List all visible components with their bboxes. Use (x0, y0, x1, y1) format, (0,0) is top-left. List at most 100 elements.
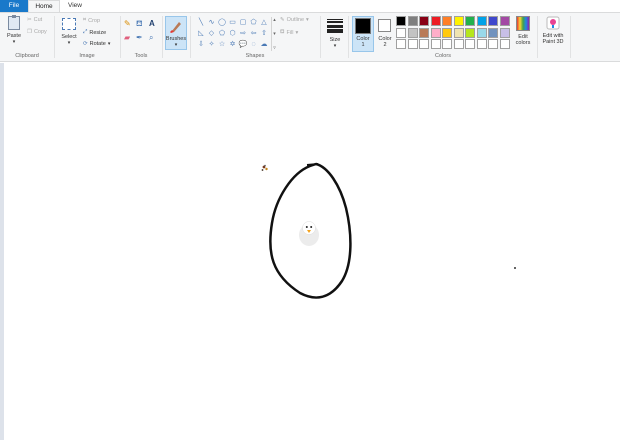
edit-colors-label: Edit colors (515, 34, 531, 46)
cut-button[interactable]: ✂ Cut (27, 17, 42, 23)
fill-dropdown-icon: ▾ (295, 29, 299, 36)
polygon-shape-icon[interactable]: ⬠ (249, 17, 259, 28)
palette-swatch[interactable] (442, 27, 452, 38)
diamond-shape-icon[interactable]: ◇ (207, 28, 217, 39)
fill-tool[interactable]: ⛾ (136, 19, 143, 29)
paste-icon (8, 15, 20, 30)
palette-swatch[interactable] (442, 39, 452, 49)
size-dropdown-icon[interactable]: ▾ (334, 43, 337, 49)
drawing-canvas[interactable] (0, 63, 620, 440)
chick-sticker (299, 221, 319, 246)
up-arrow-shape-icon[interactable]: ⇧ (259, 28, 269, 39)
select-icon (62, 18, 76, 30)
group-divider (190, 16, 191, 58)
group-divider (348, 16, 349, 58)
shapes-scroll[interactable]: ▴ ▾ ▿ (271, 17, 277, 51)
fill-button[interactable]: ⛾ Fill ▾ (280, 29, 298, 36)
brushes-button[interactable]: Brushes ▾ (165, 16, 187, 50)
rotate-icon: ⟳ (83, 41, 88, 47)
palette-swatch[interactable] (419, 16, 429, 26)
palette-swatch[interactable] (476, 16, 487, 26)
callout-shape-icon[interactable]: 💬 (238, 39, 248, 50)
rectangle-shape-icon[interactable]: ▭ (228, 17, 238, 28)
shape-fill-icon: ⛾ (280, 29, 285, 35)
palette-swatch[interactable] (465, 16, 475, 26)
palette-swatch[interactable] (499, 16, 510, 26)
ribbon-tabbar: File Home View (0, 0, 620, 12)
size-button[interactable]: Size ▾ (325, 16, 345, 49)
palette-swatch[interactable] (430, 27, 441, 38)
left-arrow-shape-icon[interactable]: ⇦ (249, 28, 259, 39)
pencil-tool[interactable]: ✎ (124, 19, 131, 28)
edit-with-paint3d-button[interactable]: Edit with Paint 3D (538, 16, 568, 45)
cloud-callout-shape-icon[interactable]: ☁ (259, 39, 269, 50)
scroll-down-icon[interactable]: ▾ (273, 31, 276, 37)
four-point-star-shape-icon[interactable]: ✧ (207, 39, 217, 50)
palette-swatch[interactable] (453, 39, 464, 49)
palette-swatch[interactable] (453, 27, 464, 38)
line-shape-icon[interactable]: ╲ (196, 17, 206, 28)
palette-swatch[interactable] (396, 16, 406, 26)
colors-group-label: Colors (435, 53, 451, 59)
outline-button[interactable]: ✎ Outline ▾ (280, 17, 309, 23)
rounded-rectangle-shape-icon[interactable]: ▢ (238, 17, 248, 28)
six-point-star-shape-icon[interactable]: ✡ (228, 39, 238, 50)
resize-button[interactable]: ⤢ Resize (83, 29, 106, 36)
paste-button[interactable]: Paste ▾ (3, 15, 25, 45)
select-dropdown-icon[interactable]: ▾ (68, 40, 71, 46)
hexagon-shape-icon[interactable]: ⬡ (228, 28, 238, 39)
rotate-button[interactable]: ⟳ Rotate ▾ (83, 41, 110, 47)
edit-colors-button[interactable]: Edit colors (512, 16, 534, 46)
oval-callout-shape-icon[interactable]: ◌ (249, 39, 259, 50)
palette-swatch[interactable] (407, 27, 418, 38)
palette-swatch[interactable] (465, 39, 475, 49)
eraser-icon: ▰ (124, 33, 131, 42)
oval-shape-icon[interactable]: ◯ (217, 17, 227, 28)
color-picker-tool[interactable]: ✒ (136, 33, 143, 42)
palette-swatch[interactable] (488, 16, 498, 26)
palette-swatch[interactable] (499, 27, 510, 38)
palette-swatch[interactable] (430, 16, 441, 26)
palette-swatch[interactable] (442, 16, 452, 26)
outline-label: Outline (286, 17, 305, 23)
palette-swatch[interactable] (488, 27, 498, 38)
palette-swatch[interactable] (499, 39, 510, 49)
tab-view[interactable]: View (60, 0, 90, 12)
palette-swatch[interactable] (419, 27, 429, 38)
text-tool[interactable]: A (149, 19, 155, 28)
down-arrow-shape-icon[interactable]: ⇩ (196, 39, 206, 50)
palette-swatch[interactable] (476, 27, 487, 38)
palette-swatch[interactable] (419, 39, 429, 49)
palette-swatch[interactable] (488, 39, 498, 49)
select-button[interactable]: Select ▾ (58, 18, 80, 46)
palette-swatch[interactable] (476, 39, 487, 49)
color1-swatch (355, 18, 371, 34)
expand-gallery-icon[interactable]: ▿ (273, 45, 276, 51)
magnifier-tool[interactable]: ⌕ (149, 33, 153, 43)
triangle-shape-icon[interactable]: △ (259, 17, 269, 28)
rotate-dropdown-icon[interactable]: ▾ (108, 41, 111, 47)
right-triangle-shape-icon[interactable]: ◺ (196, 28, 206, 39)
palette-swatch[interactable] (465, 27, 475, 38)
palette-swatch[interactable] (407, 16, 418, 26)
eraser-tool[interactable]: ▰ (124, 33, 130, 42)
scroll-up-icon[interactable]: ▴ (273, 17, 276, 23)
paste-dropdown-icon[interactable]: ▾ (13, 39, 16, 45)
crop-button[interactable]: ⌗ Crop (83, 17, 100, 24)
palette-swatch[interactable] (430, 39, 441, 49)
brushes-dropdown-icon[interactable]: ▾ (175, 42, 178, 48)
curve-shape-icon[interactable]: ∿ (207, 17, 217, 28)
tab-home[interactable]: Home (28, 0, 60, 12)
palette-swatch[interactable] (407, 39, 418, 49)
color2-swatch[interactable] (378, 19, 391, 32)
palette-swatch[interactable] (453, 16, 464, 26)
right-arrow-shape-icon[interactable]: ⇨ (238, 28, 248, 39)
resize-icon: ⤢ (83, 29, 88, 35)
tab-file[interactable]: File (0, 0, 28, 12)
five-point-star-shape-icon[interactable]: ☆ (217, 39, 227, 50)
palette-swatch[interactable] (396, 39, 406, 49)
palette-swatch[interactable] (396, 27, 406, 38)
color-picker-icon: ✒ (136, 33, 143, 42)
pentagon-shape-icon[interactable]: ⬠ (217, 28, 227, 39)
copy-button[interactable]: ❐ Copy (27, 29, 47, 35)
